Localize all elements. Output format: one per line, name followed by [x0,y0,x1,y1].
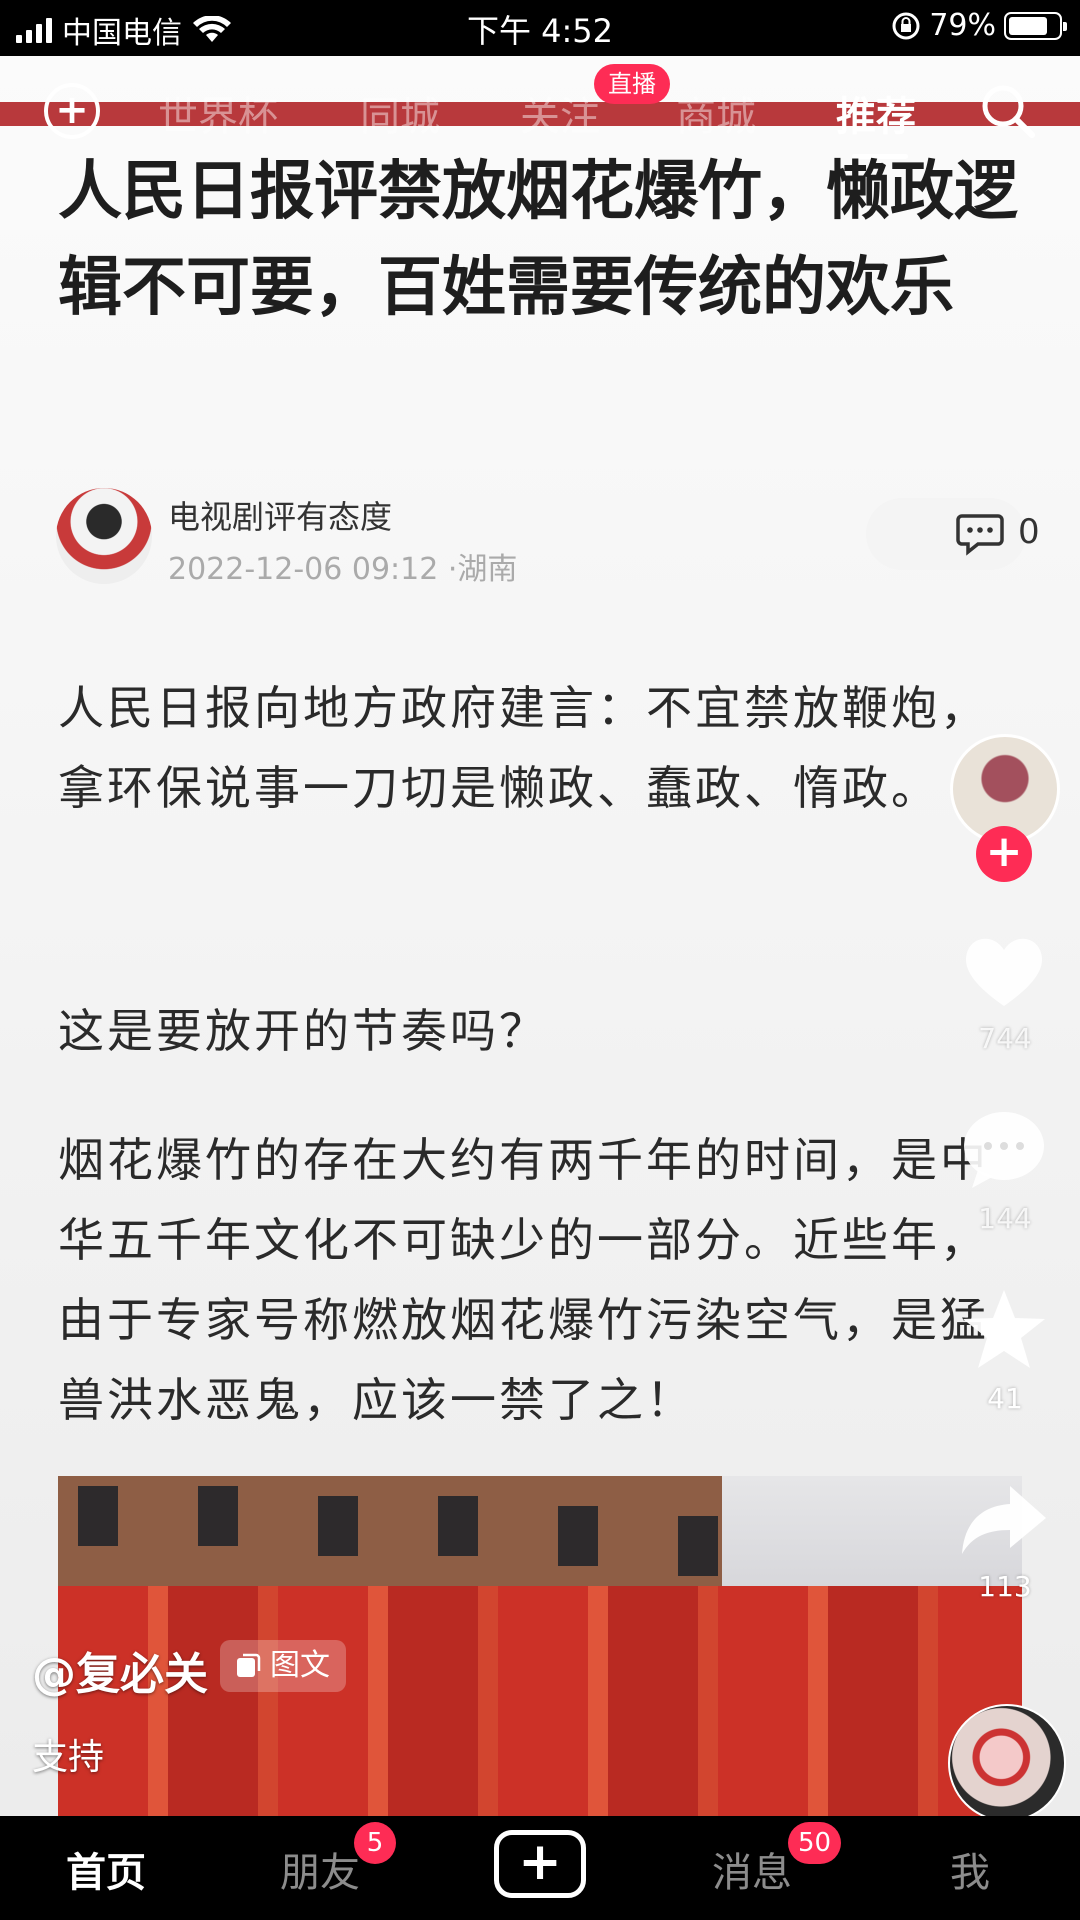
post-content[interactable]: + 世界杯 同城 关注 直播 商城 推荐 人民日报评禁放烟花爆竹，懒政逻辑不可要… [0,56,1080,1816]
paragraph-3: 烟花爆竹的存在大约有两千年的时间，是中华五千年文化不可缺少的一部分。近些年，由于… [58,1133,989,1427]
nav-me[interactable]: 我 [950,1840,990,1898]
uploader-name[interactable]: @复必关 [32,1638,208,1702]
share-count: 113 [978,1570,1032,1603]
bottom-nav: 首页 朋友 5 + 消息 50 我 [0,1816,1080,1920]
favorite-count: 41 [987,1382,1023,1415]
create-button[interactable]: + [494,1830,586,1898]
battery-percent: 79% [929,8,996,43]
live-badge: 直播 [594,64,670,104]
search-icon[interactable] [978,81,1038,141]
like-count: 744 [978,1022,1032,1055]
author-name[interactable]: 电视剧评有态度 [168,492,392,538]
tab-local[interactable]: 同城 [360,84,440,142]
share-icon[interactable] [958,1474,1050,1566]
tab-recommend[interactable]: 推荐 [836,84,916,142]
friends-badge: 5 [354,1822,396,1864]
battery-icon [1004,11,1067,40]
tab-following[interactable]: 关注 [520,84,600,142]
comments-count: 144 [978,1202,1032,1235]
star-icon[interactable] [958,1284,1050,1376]
comment-count: 0 [1018,512,1040,552]
status-bar: 中国电信 下午 4:52 79% [0,0,1080,56]
nav-messages[interactable]: 消息 [712,1840,792,1898]
nav-friends[interactable]: 朋友 [280,1840,360,1898]
post-type-badge: 图文 [220,1640,346,1692]
author-avatar[interactable] [56,488,152,584]
rotation-lock-icon [892,12,920,39]
publish-meta: 2022-12-06 09:12 ·湖南 [168,552,518,587]
comment-bubble-icon[interactable] [958,1104,1050,1196]
heart-icon[interactable] [958,926,1050,1018]
comment-icon [956,514,1004,556]
article-headline: 人民日报评禁放烟花爆竹，懒政逻辑不可要，百姓需要传统的欢乐 [58,155,1018,325]
follow-button[interactable]: + [976,826,1032,882]
status-right: 79% [891,8,1067,43]
tab-mall[interactable]: 商城 [676,84,756,142]
image-text-icon [237,1653,261,1677]
add-icon[interactable]: + [44,83,100,139]
comment-button[interactable]: 0 [866,498,1040,570]
messages-badge: 50 [788,1822,842,1864]
paragraph-2: 这是要放开的节奏吗？ [58,1004,548,1058]
post-type-label: 图文 [270,1648,330,1683]
tab-worldcup[interactable]: 世界杯 [158,84,278,142]
music-disc-icon[interactable] [948,1704,1066,1816]
author-row: 电视剧评有态度 2022-12-06 09:12 ·湖南 0 [56,488,1040,598]
nav-home[interactable]: 首页 [66,1840,146,1898]
paragraph-1: 人民日报向地方政府建言：不宜禁放鞭炮，拿环保说事一刀切是懒政、蠢政、惰政。 [58,681,989,815]
post-caption: 支持 [32,1737,105,1778]
